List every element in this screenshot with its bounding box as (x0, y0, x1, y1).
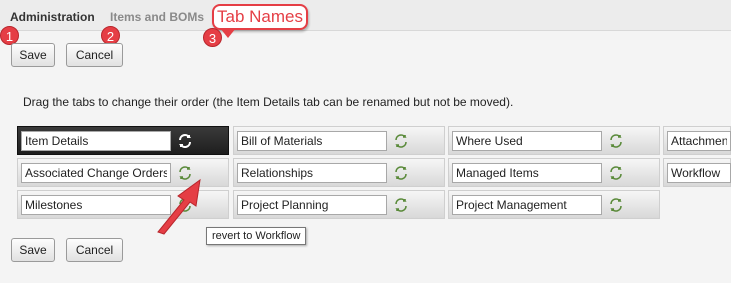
tab-name-field-workflow[interactable] (667, 163, 731, 183)
callout-tail (220, 28, 236, 38)
tab-name-field-attachments[interactable] (667, 131, 731, 151)
step-badge-3: 3 (203, 28, 222, 47)
red-arrow-icon (157, 178, 201, 235)
save-button-top[interactable]: Save (11, 43, 55, 67)
tab-cell-workflow[interactable] (663, 158, 731, 187)
refresh-icon[interactable] (607, 196, 625, 214)
tab-names-grid (17, 126, 731, 222)
tab-cell-attachments[interactable] (663, 126, 731, 155)
tab-name-field-managed-items[interactable] (452, 163, 602, 183)
tab-items-and-boms[interactable]: Items and BOMs (110, 10, 204, 24)
refresh-icon[interactable] (176, 132, 194, 150)
tab-name-field-where-used[interactable] (452, 131, 602, 151)
refresh-icon[interactable] (392, 196, 410, 214)
refresh-icon[interactable] (607, 132, 625, 150)
tab-name-field-relationships[interactable] (237, 163, 387, 183)
refresh-icon[interactable] (392, 164, 410, 182)
instruction-text: Drag the tabs to change their order (the… (23, 95, 514, 109)
tab-cell-where-used[interactable] (448, 126, 660, 155)
tab-names-callout[interactable]: Tab Names (212, 4, 308, 30)
tab-cell-item-details (17, 126, 229, 155)
cancel-button-bottom[interactable]: Cancel (66, 238, 123, 262)
tab-name-field-bill-of-materials[interactable] (237, 131, 387, 151)
save-button-bottom[interactable]: Save (11, 238, 55, 262)
refresh-icon[interactable] (392, 132, 410, 150)
tab-administration[interactable]: Administration (10, 10, 95, 24)
tab-name-field-project-management[interactable] (452, 195, 602, 215)
tab-cell-project-management[interactable] (448, 190, 660, 219)
tab-cell-project-planning[interactable] (233, 190, 445, 219)
tab-cell-managed-items[interactable] (448, 158, 660, 187)
tab-cell-relationships[interactable] (233, 158, 445, 187)
tab-name-field-associated-change-orders[interactable] (21, 163, 171, 183)
tab-name-field-milestones[interactable] (21, 195, 171, 215)
tab-name-field-item-details[interactable] (21, 131, 171, 151)
tab-name-field-project-planning[interactable] (237, 195, 387, 215)
cancel-button-top[interactable]: Cancel (66, 43, 123, 67)
revert-tooltip: revert to Workflow (206, 227, 307, 245)
refresh-icon[interactable] (607, 164, 625, 182)
tab-cell-bill-of-materials[interactable] (233, 126, 445, 155)
